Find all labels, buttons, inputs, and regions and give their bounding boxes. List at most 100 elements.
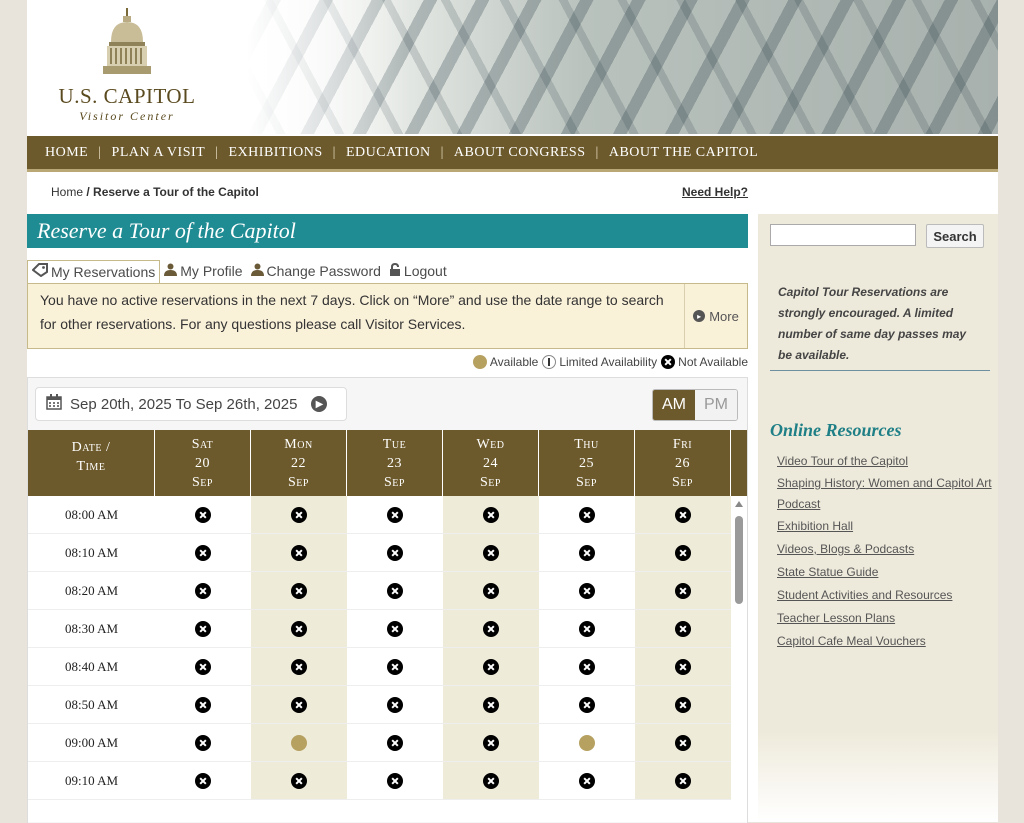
nav-plan-a-visit[interactable]: PLAN A VISIT	[102, 145, 216, 161]
day-dow: Sat	[191, 437, 214, 452]
time-slot-cell	[347, 762, 443, 799]
resource-link[interactable]: Videos, Blogs & Podcasts	[777, 538, 992, 561]
resource-link[interactable]: Student Activities and Resources	[777, 584, 992, 607]
time-slot-cell	[443, 496, 539, 533]
nav-education[interactable]: EDUCATION	[336, 145, 441, 161]
grid-scrollbar[interactable]	[731, 496, 747, 822]
not-available-icon	[579, 620, 595, 637]
nav-about-the-capitol[interactable]: ABOUT THE CAPITOL	[599, 145, 768, 161]
logo-subtitle: Visitor Center	[79, 109, 175, 123]
not-available-icon	[291, 696, 307, 713]
time-slot-cell	[251, 572, 347, 609]
scroll-up-arrow-icon[interactable]	[735, 501, 743, 507]
not-available-icon	[579, 696, 595, 713]
grid-header: Date / Time Sat 20 Sep Mon 22 Sep Tue 23…	[28, 430, 747, 496]
not-available-icon	[661, 355, 676, 369]
am-button[interactable]: AM	[653, 390, 695, 420]
resource-link[interactable]: Capitol Cafe Meal Vouchers	[777, 630, 992, 653]
tab-label: My Reservations	[51, 263, 156, 280]
day-dow: Fri	[672, 437, 693, 452]
time-slot-cell	[443, 572, 539, 609]
not-available-icon	[483, 506, 499, 523]
not-available-icon	[675, 582, 691, 599]
time-slot-cell	[635, 534, 731, 571]
day-dow: Thu	[574, 437, 599, 452]
time-slot-cell	[443, 724, 539, 761]
resource-link[interactable]: Video Tour of the Capitol	[777, 450, 992, 473]
tab-label: Change Password	[266, 263, 381, 279]
day-number: 23	[387, 456, 402, 471]
tab-my-profile[interactable]: My Profile	[160, 260, 246, 282]
time-slot-cell	[443, 648, 539, 685]
time-slot-cell	[635, 496, 731, 533]
nav-about-congress[interactable]: ABOUT CONGRESS	[444, 145, 596, 161]
nav-exhibitions[interactable]: EXHIBITIONS	[219, 145, 333, 161]
day-header: Mon 22 Sep	[251, 430, 347, 496]
not-available-icon	[195, 620, 211, 637]
not-available-icon	[579, 658, 595, 675]
online-resources-list: Video Tour of the Capitol Shaping Histor…	[777, 450, 992, 653]
time-slot-label: 08:10 AM	[64, 544, 119, 560]
time-slot-cell	[635, 686, 731, 723]
time-slot-cell	[443, 610, 539, 647]
time-slot-cell[interactable]	[251, 724, 347, 761]
user-icon	[250, 263, 264, 279]
not-available-icon	[483, 658, 499, 675]
reservation-promo-text: Capitol Tour Reservations are strongly e…	[778, 285, 967, 362]
not-available-icon	[291, 620, 307, 637]
time-slot-label: 08:30 AM	[64, 620, 119, 636]
time-slot-cell	[155, 610, 251, 647]
time-slot-cell	[347, 496, 443, 533]
resource-link[interactable]: Shaping History: Women and Capitol Art P…	[777, 473, 992, 515]
available-dot-icon[interactable]	[579, 734, 595, 751]
legend-available: Available	[472, 355, 538, 369]
not-available-icon	[387, 544, 403, 561]
search-button[interactable]: Search	[926, 224, 984, 248]
not-available-icon	[579, 506, 595, 523]
time-slot-label: 08:00 AM	[64, 506, 119, 522]
time-slot-cell	[635, 572, 731, 609]
available-dot-icon[interactable]	[291, 734, 307, 751]
date-range-picker[interactable]: Sep 20th, 2025 To Sep 26th, 2025 ▶	[35, 387, 347, 421]
breadcrumb-home[interactable]: Home	[51, 185, 83, 199]
day-number: 25	[579, 456, 594, 471]
time-slot-cell	[539, 686, 635, 723]
day-month: Sep	[672, 475, 693, 490]
legend-not-available: Not Available	[661, 355, 748, 369]
time-slot-row: 09:10 AM	[28, 762, 747, 800]
tab-my-reservations[interactable]: My Reservations	[27, 259, 161, 283]
notice-text: You have no active reservations in the n…	[40, 292, 664, 332]
time-slot-cell	[635, 648, 731, 685]
header: U.S. CAPITOL Visitor Center	[27, 0, 998, 134]
logo-title: U.S. CAPITOL	[58, 84, 196, 108]
resource-link[interactable]: Teacher Lesson Plans	[777, 607, 992, 630]
legend-label: Not Available	[678, 355, 748, 369]
pm-button[interactable]: PM	[695, 390, 737, 420]
not-available-icon	[483, 696, 499, 713]
time-slot-row: 08:40 AM	[28, 648, 747, 686]
resource-link[interactable]: Exhibition Hall	[777, 515, 992, 538]
time-slot-cell	[635, 762, 731, 799]
breadcrumb-separator: /	[83, 185, 94, 199]
sidebar-fade	[758, 732, 998, 822]
time-slot-cell	[251, 762, 347, 799]
nav-home[interactable]: HOME	[35, 145, 98, 161]
not-available-icon	[483, 544, 499, 561]
resource-link[interactable]: State Statue Guide	[777, 561, 992, 584]
availability-legend: Available Limited Availability Not Avail…	[469, 355, 748, 369]
tab-logout[interactable]: Logout	[385, 260, 451, 282]
time-slot-row: 08:50 AM	[28, 686, 747, 724]
not-available-icon	[387, 734, 403, 751]
next-week-arrow-icon[interactable]: ▶	[311, 396, 328, 412]
capitol-logo[interactable]: U.S. CAPITOL Visitor Center	[57, 8, 197, 128]
scrollbar-thumb[interactable]	[735, 516, 743, 604]
time-slot-cell	[155, 534, 251, 571]
need-help-link[interactable]: Need Help?	[682, 185, 748, 199]
time-slot-cell[interactable]	[539, 724, 635, 761]
time-slot-cell	[347, 610, 443, 647]
tab-change-password[interactable]: Change Password	[247, 260, 385, 282]
day-month: Sep	[480, 475, 501, 490]
more-button[interactable]: ▸ More	[684, 284, 747, 348]
search-input[interactable]	[770, 224, 916, 246]
not-available-icon	[195, 734, 211, 751]
